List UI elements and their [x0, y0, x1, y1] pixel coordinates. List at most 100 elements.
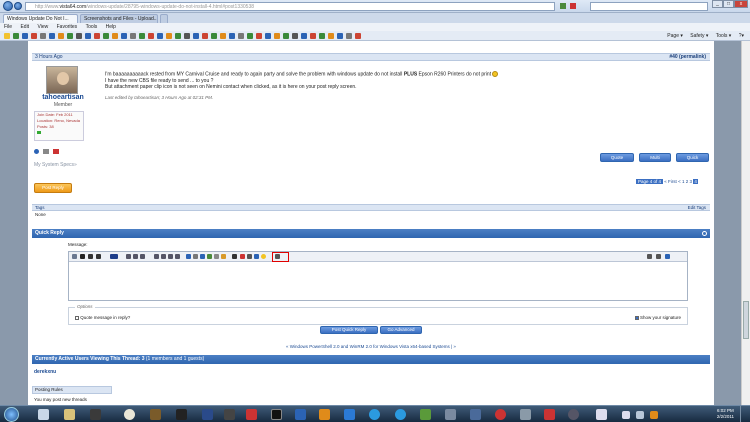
indent-icon[interactable] — [175, 254, 180, 259]
fav-icon[interactable] — [94, 33, 100, 39]
fav-icon[interactable] — [238, 33, 244, 39]
fav-icon[interactable] — [85, 33, 91, 39]
fav-icon[interactable] — [337, 33, 343, 39]
taskbar-app-icon[interactable] — [295, 409, 306, 420]
underline-icon[interactable] — [96, 254, 101, 259]
active-user-link[interactable]: derekxnu — [34, 369, 56, 375]
fav-icon[interactable] — [139, 33, 145, 39]
fav-icon[interactable] — [310, 33, 316, 39]
taskbar-app-icon[interactable] — [470, 409, 481, 420]
fav-icon[interactable] — [166, 33, 172, 39]
edit-tags-link[interactable]: Edit Tags — [688, 205, 706, 210]
menu-view[interactable]: View — [37, 24, 48, 30]
fav-icon[interactable] — [22, 33, 28, 39]
favorites-star-icon[interactable] — [4, 33, 10, 39]
fav-icon[interactable] — [58, 33, 64, 39]
fav-icon[interactable] — [76, 33, 82, 39]
fav-icon[interactable] — [283, 33, 289, 39]
code-icon[interactable] — [247, 254, 252, 259]
safety-menu[interactable]: Safety ▾ — [690, 33, 708, 39]
system-specs-link[interactable]: My System Specs» — [34, 162, 77, 168]
fav-icon[interactable] — [265, 33, 271, 39]
vertical-scrollbar[interactable] — [741, 41, 750, 405]
php-icon[interactable] — [254, 254, 259, 259]
switch-mode-icon[interactable] — [647, 254, 652, 259]
link-icon[interactable] — [186, 254, 191, 259]
fav-icon[interactable] — [157, 33, 163, 39]
page-1[interactable]: 1 — [682, 179, 685, 184]
fav-icon[interactable] — [49, 33, 55, 39]
pm-icon[interactable] — [43, 149, 49, 154]
fav-icon[interactable] — [247, 33, 253, 39]
remove-format-icon[interactable] — [72, 254, 77, 259]
scrollbar-thumb[interactable] — [743, 301, 749, 339]
maximize-button[interactable]: □ — [723, 0, 734, 8]
menu-help[interactable]: Help — [106, 24, 116, 30]
unlink-icon[interactable] — [193, 254, 198, 259]
fav-icon[interactable] — [130, 33, 136, 39]
avatar[interactable] — [46, 66, 78, 94]
signature-checkbox[interactable] — [634, 315, 639, 320]
new-tab-button[interactable] — [160, 14, 168, 23]
font-color-icon[interactable] — [110, 254, 118, 259]
outdent-icon[interactable] — [168, 254, 173, 259]
taskbar-app-icon[interactable] — [202, 409, 213, 420]
network-icon[interactable] — [622, 411, 630, 419]
report-icon[interactable] — [53, 149, 59, 154]
tools-menu[interactable]: Tools ▾ — [716, 33, 732, 39]
quote-option[interactable]: Quote message in reply? — [75, 315, 130, 320]
taskbar-app-icon[interactable] — [271, 409, 282, 420]
hash-icon[interactable] — [232, 254, 237, 259]
show-desktop-button[interactable] — [740, 406, 748, 422]
multi-quote-button[interactable]: Multi — [639, 153, 671, 162]
spellcheck-icon[interactable] — [656, 254, 661, 259]
fav-icon[interactable] — [175, 33, 181, 39]
volume-icon[interactable] — [636, 411, 644, 419]
taskbar-app-icon[interactable] — [319, 409, 330, 420]
fav-icon[interactable] — [13, 33, 19, 39]
fav-icon[interactable] — [193, 33, 199, 39]
taskbar-app-icon[interactable] — [495, 409, 506, 420]
post-permalink[interactable]: #40 (permalink) — [669, 54, 706, 60]
fav-icon[interactable] — [301, 33, 307, 39]
tray-icon[interactable] — [650, 411, 658, 419]
thread-navigation[interactable]: « Windows PowerShell 2.0 and WinRM 2.0 f… — [28, 344, 714, 349]
youtube-icon[interactable] — [240, 254, 245, 259]
menu-edit[interactable]: Edit — [20, 24, 29, 30]
fav-icon[interactable] — [274, 33, 280, 39]
ie-icon[interactable] — [395, 409, 406, 420]
fav-icon[interactable] — [202, 33, 208, 39]
tab-screenshots[interactable]: Screenshots and Files - Upload... — [80, 14, 158, 23]
refresh-icon[interactable] — [560, 3, 566, 9]
fav-icon[interactable] — [229, 33, 235, 39]
quote-button[interactable]: Quote — [600, 153, 634, 162]
quote-checkbox[interactable] — [75, 315, 79, 320]
attach-icon[interactable] — [214, 254, 219, 259]
page-first[interactable]: « First — [664, 179, 677, 184]
page-menu[interactable]: Page ▾ — [667, 33, 683, 39]
post-reply-button[interactable]: Post Reply — [34, 183, 72, 193]
page-3[interactable]: 3 — [690, 179, 693, 184]
taskbar-app-icon[interactable] — [596, 409, 607, 420]
unordered-list-icon[interactable] — [161, 254, 166, 259]
post-quick-reply-button[interactable]: Post Quick Reply — [320, 326, 378, 334]
taskbar-app-icon[interactable] — [544, 409, 555, 420]
align-center-icon[interactable] — [133, 254, 138, 259]
bold-icon[interactable] — [80, 254, 85, 259]
collapse-icon[interactable] — [702, 231, 707, 236]
taskbar-app-icon[interactable] — [246, 409, 257, 420]
italic-icon[interactable] — [88, 254, 93, 259]
email-icon[interactable] — [200, 254, 205, 259]
taskbar-app-icon[interactable] — [176, 409, 187, 420]
taskbar-app-icon[interactable] — [520, 409, 531, 420]
help-menu[interactable]: ?▾ — [739, 33, 744, 39]
fav-icon[interactable] — [256, 33, 262, 39]
fav-icon[interactable] — [220, 33, 226, 39]
search-input[interactable] — [590, 2, 708, 11]
fav-icon[interactable] — [328, 33, 334, 39]
fav-icon[interactable] — [67, 33, 73, 39]
close-button[interactable]: x — [734, 0, 748, 8]
taskbar-app-icon[interactable] — [64, 409, 75, 420]
taskbar-app-icon[interactable] — [38, 409, 49, 420]
paperclip-icon[interactable] — [275, 254, 280, 259]
